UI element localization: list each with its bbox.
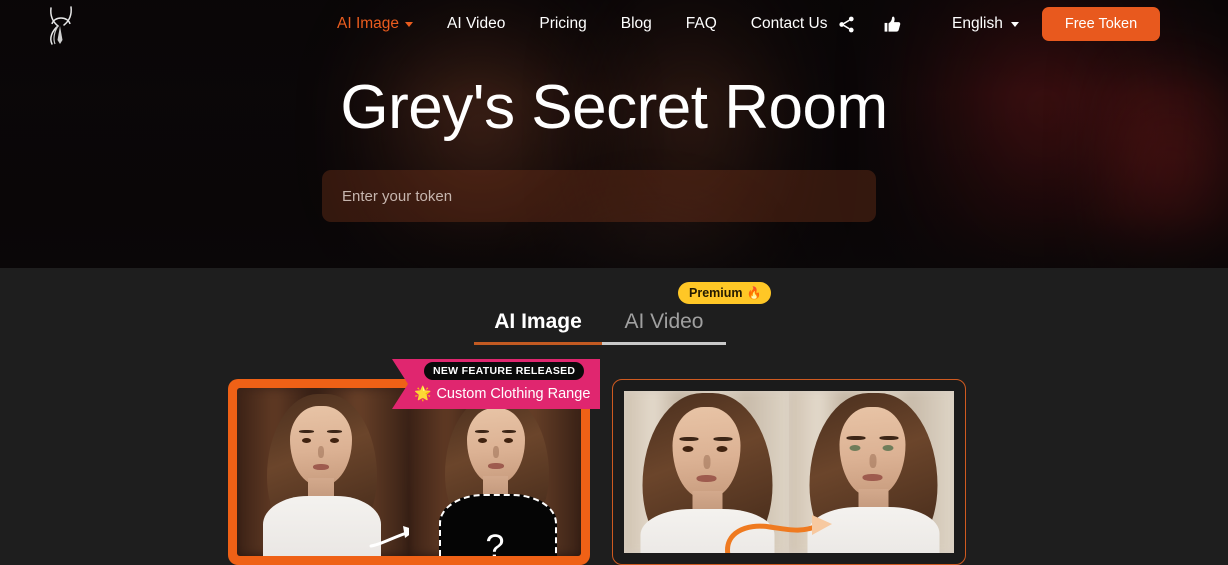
card-image-face-enhance bbox=[624, 391, 954, 553]
navbar: AI Image AI Video Pricing Blog FAQ Conta… bbox=[0, 0, 1228, 48]
language-label: English bbox=[952, 15, 1003, 32]
nav-link-blog[interactable]: Blog bbox=[604, 0, 669, 48]
free-token-button[interactable]: Free Token bbox=[1042, 7, 1160, 41]
nav-link-contact-us[interactable]: Contact Us bbox=[734, 0, 845, 48]
tab-underline bbox=[474, 342, 726, 345]
token-input-wrapper bbox=[322, 170, 876, 222]
ribbon-pill-label: NEW FEATURE RELEASED bbox=[424, 362, 585, 380]
chevron-down-icon bbox=[405, 21, 414, 27]
fire-icon: 🔥 bbox=[746, 286, 762, 300]
devil-horns-headband-icon bbox=[50, 6, 72, 45]
language-selector[interactable]: English bbox=[952, 0, 1019, 48]
premium-badge-label: Premium bbox=[689, 286, 743, 300]
transform-arrow-icon bbox=[369, 526, 409, 548]
nav-link-ai-image[interactable]: AI Image bbox=[320, 0, 430, 48]
new-feature-ribbon: NEW FEATURE RELEASED 🌟 Custom Clothing R… bbox=[392, 359, 600, 409]
share-icon[interactable] bbox=[836, 14, 856, 34]
brand-logo[interactable] bbox=[40, 2, 82, 46]
question-mark-overlay: ? bbox=[485, 528, 505, 556]
page-root: AI Image AI Video Pricing Blog FAQ Conta… bbox=[0, 0, 1228, 565]
card-face-enhance[interactable] bbox=[612, 379, 966, 565]
nav-links: AI Image AI Video Pricing Blog FAQ Conta… bbox=[320, 0, 844, 48]
token-input[interactable] bbox=[322, 170, 876, 222]
ribbon-title: Custom Clothing Range bbox=[436, 385, 591, 402]
nav-link-pricing[interactable]: Pricing bbox=[522, 0, 603, 48]
page-title: Grey's Secret Room bbox=[340, 73, 888, 142]
enhance-arrow-icon bbox=[725, 515, 832, 553]
tab-ai-image[interactable]: AI Image bbox=[474, 311, 602, 342]
thumbs-up-icon[interactable] bbox=[882, 14, 902, 34]
nav-link-label: AI Image bbox=[337, 15, 400, 32]
hero-section: AI Image AI Video Pricing Blog FAQ Conta… bbox=[0, 0, 1228, 268]
nav-icon-group bbox=[836, 0, 902, 48]
after-image-custom-clothing: ? bbox=[409, 388, 581, 556]
chevron-down-icon bbox=[1010, 21, 1019, 27]
nav-link-ai-video[interactable]: AI Video bbox=[430, 0, 522, 48]
before-image-white-shirt bbox=[237, 388, 409, 556]
sparkles-icon: 🌟 bbox=[414, 385, 432, 401]
nav-link-faq[interactable]: FAQ bbox=[669, 0, 734, 48]
tab-ai-video[interactable]: AI Video bbox=[602, 311, 726, 342]
card-image-custom-clothing: ? bbox=[237, 388, 581, 556]
premium-badge: Premium 🔥 bbox=[678, 282, 772, 304]
mode-tabs: AI Image AI Video bbox=[474, 300, 726, 350]
